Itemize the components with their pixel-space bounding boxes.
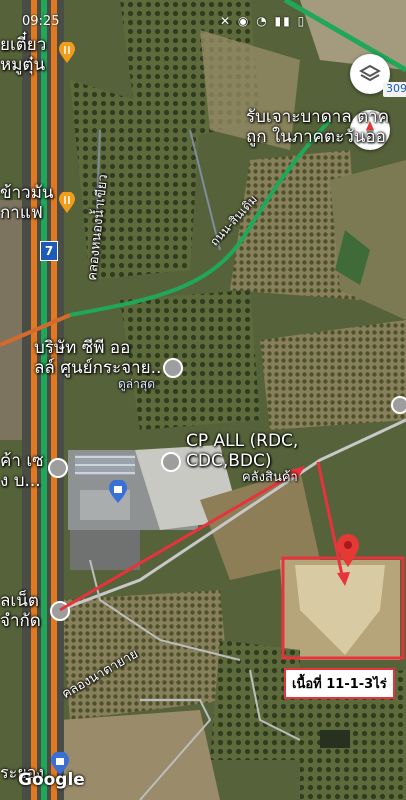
shopping-pin[interactable]: [108, 479, 128, 504]
dropped-pin[interactable]: [336, 534, 360, 568]
place-sublabel: ดูล่าสุด: [118, 377, 156, 392]
place-label-line: กาแฟ: [0, 202, 43, 223]
location-icon: ◉: [237, 14, 251, 28]
map-view[interactable]: 09:25 ✕ ◉ ◔ ▮▮ ▯ 3094 7: [0, 0, 406, 800]
place-left[interactable]: ค้า เซ ง บ...: [0, 451, 44, 491]
place-restaurant-mid[interactable]: ข้าวมัน กาแฟ: [0, 183, 54, 223]
place-sublabel: คลังสินค้า: [242, 470, 298, 486]
place-label-line: บริษัท ซีพี ออ: [34, 338, 131, 358]
highway-shield: 7: [40, 241, 58, 261]
google-logo: Google: [18, 770, 85, 790]
place-drilling[interactable]: รับเจาะบาดาล ตาค ถูก ในภาคตะวันออ: [246, 107, 390, 147]
place-left-2[interactable]: ลเน็ต จำกัด: [0, 591, 41, 631]
place-label-line: หมูตุ๋น: [0, 54, 46, 75]
place-label-line: ลเน็ต: [0, 591, 39, 611]
status-time: 09:25: [22, 14, 60, 29]
place-company[interactable]: บริษัท ซีพี ออ ลล์ ศูนย์กระจาย.. ดูล่าสุ…: [34, 338, 162, 392]
shopping-bag-icon: [109, 479, 127, 503]
place-label-line: รับเจาะบาดาล ตาค: [246, 107, 390, 127]
layers-icon: [359, 64, 381, 82]
place-label-line: ลล์ ศูนย์กระจาย..: [34, 357, 162, 378]
place-label-line: ง บ...: [0, 470, 41, 491]
restaurant-pin-mid[interactable]: [58, 191, 76, 214]
place-restaurant-top[interactable]: ยเตี๋ยว หมูตุ๋น: [0, 35, 47, 75]
place-label-line: CDC,BDC): [186, 450, 272, 471]
place-label-line: ถูก ในภาคตะวันออ: [246, 126, 386, 147]
place-label-line: CP ALL (RDC,: [186, 431, 299, 451]
signal-icon: ▮▮: [274, 14, 292, 28]
restaurant-pin-top[interactable]: [58, 41, 76, 64]
place-label-line: ค้า เซ: [0, 451, 44, 471]
place-label-line: ข้าวมัน: [0, 183, 54, 203]
place-cp-all[interactable]: CP ALL (RDC, CDC,BDC) คลังสินค้า: [186, 431, 299, 486]
location-pin-icon: [337, 534, 359, 567]
place-label-line: ยเตี๋ยว: [0, 35, 47, 55]
status-icons: ✕ ◉ ◔ ▮▮ ▯: [220, 14, 306, 28]
place-label-line: จำกัด: [0, 610, 41, 631]
battery-icon: ▯: [297, 14, 307, 28]
fork-knife-icon: [59, 41, 75, 63]
road-number-chip: 3094: [383, 82, 406, 97]
land-size-annotation: เนื้อที่ 11-1-3ไร่: [284, 668, 395, 699]
wifi-icon: ◔: [256, 14, 269, 28]
mute-icon: ✕: [220, 14, 233, 28]
fork-knife-icon: [59, 191, 75, 213]
